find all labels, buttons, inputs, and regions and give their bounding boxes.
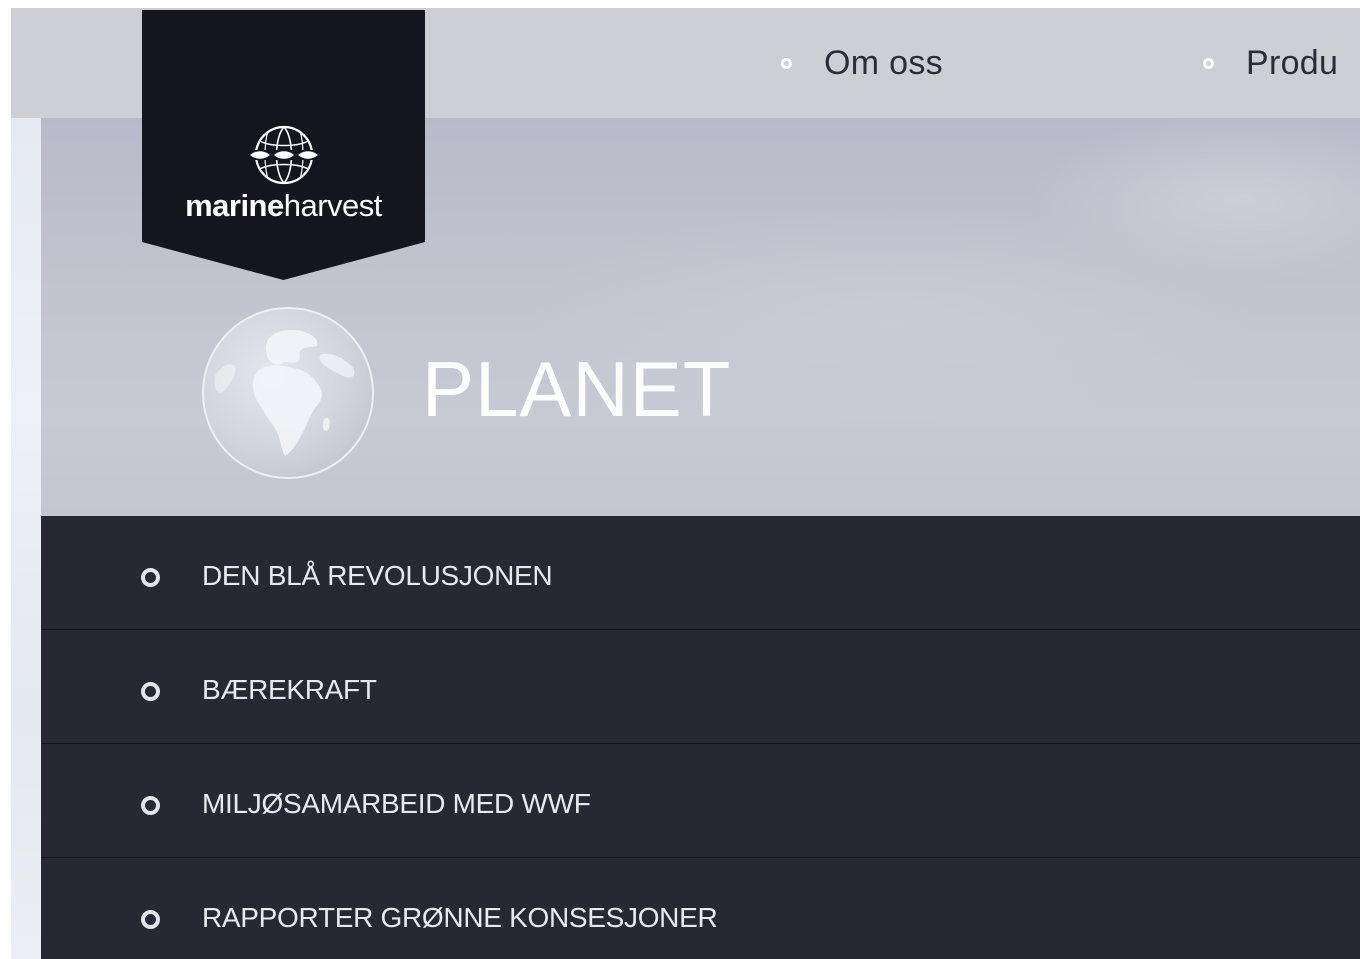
logo-word-marine: marine [185, 188, 284, 223]
nav-item-label: Produ [1246, 43, 1339, 82]
bullet-icon [141, 568, 160, 587]
globe-fish-emblem-icon [248, 125, 320, 185]
submenu-item-label: BÆREKRAFT [202, 674, 377, 705]
nav-bullet-icon [781, 57, 792, 69]
brand-logo[interactable]: marineharvest [142, 10, 425, 280]
section-submenu: DEN BLÅ REVOLUSJONEN BÆREKRAFT MILJØSAMA… [41, 516, 1360, 959]
page-title: PLANET [422, 345, 732, 433]
logo-wordmark: marineharvest [142, 188, 425, 224]
submenu-item-miljosamarbeid-med-wwf[interactable]: MILJØSAMARBEID MED WWF [41, 744, 1360, 858]
submenu-item-label: RAPPORTER GRØNNE KONSESJONER [202, 902, 718, 933]
nav-item-label: Om oss [824, 43, 943, 82]
left-background-strip [11, 118, 41, 959]
bullet-icon [141, 682, 160, 701]
logo-word-harvest: harvest [283, 188, 383, 223]
submenu-item-label: DEN BLÅ REVOLUSJONEN [202, 560, 553, 591]
nav-item-produkter[interactable]: Produ [1203, 8, 1338, 118]
globe-icon [202, 307, 374, 479]
bullet-icon [141, 796, 160, 815]
nav-item-om-oss[interactable]: Om oss [781, 8, 943, 118]
submenu-item-den-bla-revolusjonen[interactable]: DEN BLÅ REVOLUSJONEN [41, 516, 1360, 630]
submenu-item-label: MILJØSAMARBEID MED WWF [202, 788, 591, 819]
submenu-item-rapporter-gronne-konsesjoner[interactable]: RAPPORTER GRØNNE KONSESJONER [41, 858, 1360, 959]
bullet-icon [141, 910, 160, 929]
nav-bullet-icon [1203, 57, 1214, 69]
submenu-item-baerekraft[interactable]: BÆREKRAFT [41, 630, 1360, 744]
page: Om oss Produ PLANET marineharvest DEN BL… [0, 0, 1360, 959]
